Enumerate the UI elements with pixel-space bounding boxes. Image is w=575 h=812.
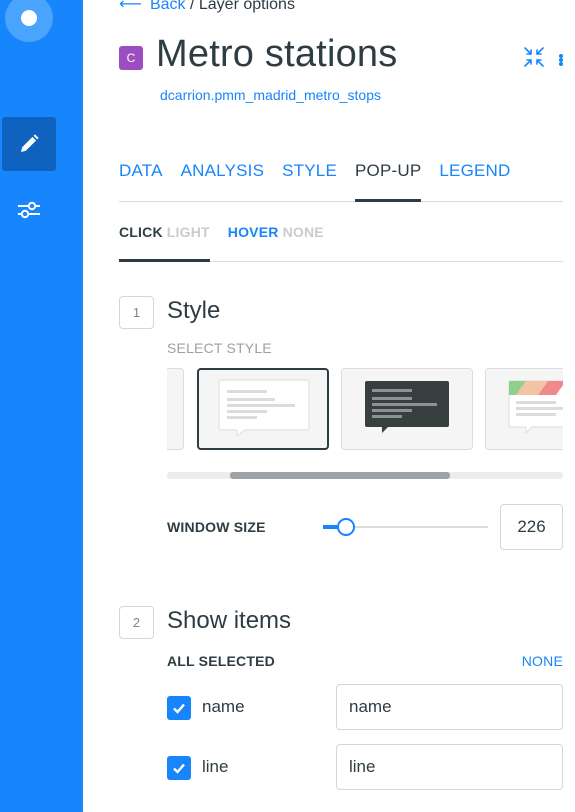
rail-item-edit[interactable] xyxy=(2,117,56,171)
tab-legend[interactable]: LEGEND xyxy=(439,160,510,202)
page-title[interactable]: Metro stations xyxy=(156,33,397,76)
breadcrumb-separator: / xyxy=(189,0,195,13)
all-selected-label: ALL SELECTED xyxy=(167,653,275,669)
subtab-click-label: CLICK xyxy=(119,224,163,240)
item-label-line: line xyxy=(202,757,229,776)
app-logo[interactable] xyxy=(5,0,53,42)
select-style-caption: SELECT STYLE xyxy=(167,340,272,356)
window-size-input[interactable]: 226 xyxy=(500,504,563,550)
window-size-slider[interactable] xyxy=(323,516,488,538)
select-none-link[interactable]: NONE xyxy=(522,653,563,669)
subtab-hover-label: HOVER xyxy=(227,224,279,240)
tab-data[interactable]: DATA xyxy=(119,160,163,202)
popup-mode-tabs: CLICK LIGHT HOVER NONE xyxy=(119,222,563,262)
subtab-click[interactable]: CLICK LIGHT xyxy=(119,222,210,262)
breadcrumb: ⟵ Back / Layer options xyxy=(119,0,295,14)
layer-options-panel: ⟵ Back / Layer options C Metro stations d… xyxy=(83,0,575,812)
item-checkbox-line[interactable] xyxy=(167,756,191,780)
section-title-show-items: Show items xyxy=(167,607,292,634)
style-card-header[interactable] xyxy=(485,368,563,450)
style-card-light[interactable] xyxy=(197,368,329,450)
compress-arrows-icon xyxy=(524,47,544,67)
back-link[interactable]: ⟵ Back xyxy=(119,0,186,13)
style-card-none[interactable] xyxy=(167,368,184,450)
step-number: 1 xyxy=(119,296,154,329)
layer-tabs: DATA ANALYSIS STYLE POP-UP LEGEND xyxy=(119,160,563,202)
subtab-hover-value: NONE xyxy=(282,224,324,240)
popup-style-carousel xyxy=(167,366,563,452)
breadcrumb-current: Layer options xyxy=(198,0,295,13)
item-title-input-line[interactable]: line xyxy=(336,744,563,790)
scrollbar-thumb[interactable] xyxy=(230,472,450,479)
rail-item-settings[interactable] xyxy=(2,183,56,237)
tab-pop-up[interactable]: POP-UP xyxy=(354,160,422,202)
slider-handle[interactable] xyxy=(337,518,356,536)
check-icon xyxy=(173,763,185,774)
section-title-style: Style xyxy=(167,297,221,324)
subtab-click-value: LIGHT xyxy=(166,224,210,240)
header-popup-preview-icon xyxy=(508,380,563,435)
layer-letter-badge: C xyxy=(119,46,143,70)
tab-analysis[interactable]: ANALYSIS xyxy=(181,160,265,202)
item-title-input-name[interactable]: name xyxy=(336,684,563,730)
item-checkbox-name[interactable] xyxy=(167,696,191,720)
subtab-hover[interactable]: HOVER NONE xyxy=(228,222,324,262)
tab-style[interactable]: STYLE xyxy=(282,160,337,202)
light-popup-preview-icon xyxy=(218,379,310,437)
dark-popup-preview-icon xyxy=(365,381,449,433)
pencil-icon xyxy=(21,134,39,152)
more-options-icon[interactable] xyxy=(559,53,563,66)
check-icon xyxy=(173,703,185,714)
item-label-name: name xyxy=(202,697,245,716)
arrow-left-icon: ⟵ xyxy=(119,0,142,13)
dataset-link[interactable]: dcarrion.pmm_madrid_metro_stops xyxy=(160,87,381,103)
style-card-dark[interactable] xyxy=(341,368,473,450)
sliders-icon xyxy=(18,201,40,219)
carousel-scrollbar[interactable] xyxy=(167,472,563,479)
zoom-to-layer-button[interactable] xyxy=(523,46,545,73)
window-size-label: WINDOW SIZE xyxy=(167,519,266,535)
back-label: Back xyxy=(149,0,186,13)
step-number: 2 xyxy=(119,606,154,639)
title-actions xyxy=(523,46,563,73)
left-rail xyxy=(0,0,83,812)
